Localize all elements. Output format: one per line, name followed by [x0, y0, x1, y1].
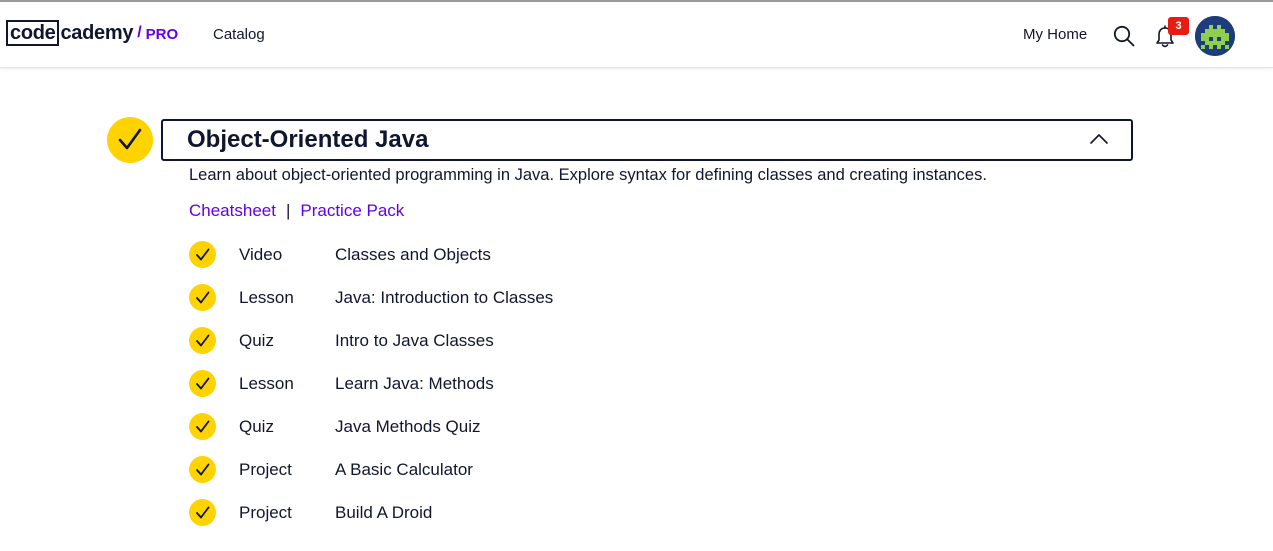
- list-item[interactable]: Lesson Java: Introduction to Classes: [189, 284, 789, 311]
- complete-check-icon: [189, 370, 216, 397]
- item-name: Java Methods Quiz: [335, 417, 481, 436]
- module-accordion-header[interactable]: Object-Oriented Java: [161, 119, 1133, 161]
- practice-pack-link[interactable]: Practice Pack: [300, 201, 404, 221]
- space-invader-avatar-icon: [1195, 16, 1235, 56]
- notification-count-badge: 3: [1168, 17, 1189, 35]
- item-type: Project: [239, 503, 292, 522]
- search-icon[interactable]: [1113, 25, 1135, 47]
- item-name: Classes and Objects: [335, 245, 491, 264]
- item-name: Build A Droid: [335, 503, 433, 522]
- item-name: Java: Introduction to Classes: [335, 288, 554, 307]
- link-separator: |: [285, 201, 291, 220]
- logo-slash: /: [137, 24, 142, 41]
- item-type: Quiz: [239, 331, 274, 350]
- list-item[interactable]: Project A Basic Calculator: [189, 456, 789, 483]
- list-item[interactable]: Lesson Learn Java: Methods: [189, 370, 789, 397]
- item-type: Lesson: [239, 288, 294, 307]
- item-type: Video: [239, 245, 283, 264]
- logo-cademy-text: cademy: [60, 22, 134, 44]
- list-item[interactable]: Video Classes and Objects: [189, 241, 789, 268]
- module-complete-check-icon: [107, 117, 153, 163]
- cheatsheet-link[interactable]: Cheatsheet: [189, 201, 276, 221]
- chevron-up-icon: [1090, 134, 1108, 144]
- item-name: Learn Java: Methods: [335, 374, 494, 393]
- nav-link-my-home[interactable]: My Home: [1023, 26, 1087, 43]
- module-resource-links: Cheatsheet | Practice Pack: [189, 201, 404, 221]
- complete-check-icon: [189, 499, 216, 526]
- complete-check-icon: [189, 327, 216, 354]
- complete-check-icon: [189, 284, 216, 311]
- complete-check-icon: [189, 456, 216, 483]
- item-type: Quiz: [239, 417, 274, 436]
- complete-check-icon: [189, 241, 216, 268]
- list-item[interactable]: Quiz Java Methods Quiz: [189, 413, 789, 440]
- codecademy-pro-logo[interactable]: code cademy / PRO: [6, 20, 178, 46]
- user-avatar[interactable]: [1195, 16, 1235, 56]
- logo-pro-text: PRO: [145, 26, 179, 43]
- module-description: Learn about object-oriented programming …: [189, 166, 987, 184]
- item-type: Project: [239, 460, 292, 479]
- nav-link-catalog[interactable]: Catalog: [213, 26, 265, 43]
- logo-code-text: code: [6, 20, 60, 46]
- item-name: Intro to Java Classes: [335, 331, 494, 350]
- item-type: Lesson: [239, 374, 294, 393]
- item-name: A Basic Calculator: [335, 460, 473, 479]
- list-item[interactable]: Quiz Intro to Java Classes: [189, 327, 789, 354]
- top-navbar: code cademy / PRO Catalog My Home 3: [0, 2, 1273, 68]
- list-item[interactable]: Project Build A Droid: [189, 499, 789, 526]
- module-title: Object-Oriented Java: [187, 126, 429, 153]
- complete-check-icon: [189, 413, 216, 440]
